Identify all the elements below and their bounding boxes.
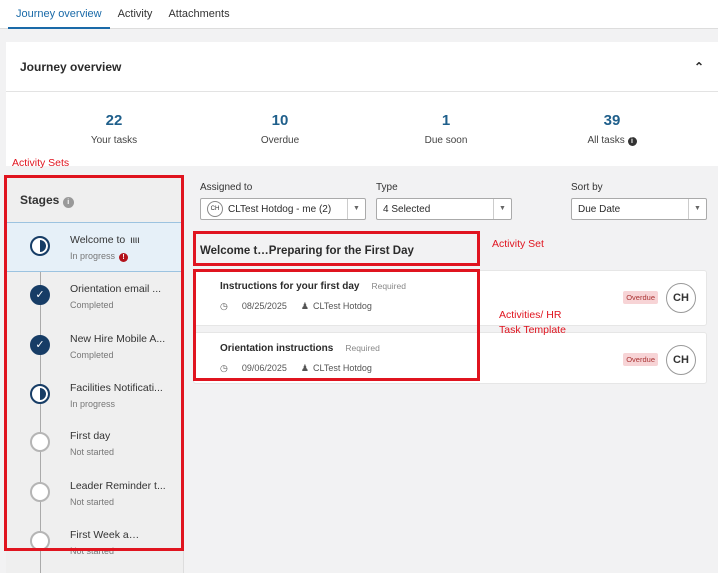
stat-value: 39 — [603, 112, 621, 129]
annotation-activities: Activities/ HR — [499, 309, 562, 321]
chevron-down-icon: ▼ — [688, 199, 706, 219]
assigned-to-label: Assigned to — [200, 182, 253, 193]
stat-value: 1 — [441, 112, 451, 129]
annotation-box-activity-set — [193, 231, 480, 266]
avatar: CH — [666, 345, 696, 375]
stat-label: Overdue — [260, 135, 300, 146]
journey-overview-card: Journey overview ⌃ 22 Your tasks 10 Overdu… — [6, 42, 718, 166]
sort-by-select[interactable]: Due Date ▼ — [571, 198, 707, 220]
chevron-up-icon[interactable]: ⌃ — [694, 60, 704, 74]
stat-label: Due soon — [424, 135, 468, 146]
annotation-task-template: Task Template — [499, 324, 566, 336]
assigned-to-value: CLTest Hotdog - me (2) — [228, 203, 332, 215]
info-icon[interactable]: i — [627, 137, 637, 146]
avatar: CH — [666, 283, 696, 313]
stat-label: Your tasks — [90, 135, 138, 146]
assigned-to-select[interactable]: CH CLTest Hotdog - me (2) ▼ — [200, 198, 366, 220]
tab-journey-overview[interactable]: Journey overview — [8, 0, 110, 29]
card-title: Journey overview — [20, 59, 122, 74]
stat-value: 10 — [271, 112, 289, 129]
annotation-box-activities — [193, 269, 480, 381]
annotation-activity-sets: Activity Sets — [12, 157, 70, 169]
stat-overdue[interactable]: 10 Overdue — [220, 112, 340, 146]
tab-activity[interactable]: Activity — [110, 0, 161, 29]
tab-attachments[interactable]: Attachments — [160, 0, 237, 29]
sort-by-value: Due Date — [578, 203, 621, 215]
annotation-box-stages — [4, 175, 184, 551]
type-value: 4 Selected — [383, 203, 431, 215]
chevron-down-icon: ▼ — [347, 199, 365, 219]
overdue-badge: Overdue — [623, 353, 658, 366]
stat-due-soon[interactable]: 1 Due soon — [386, 112, 506, 146]
type-label: Type — [376, 182, 398, 193]
stat-label: All tasks i — [552, 135, 672, 146]
type-select[interactable]: 4 Selected ▼ — [376, 198, 512, 220]
tab-bar: Journey overview Activity Attachments — [0, 0, 718, 29]
overdue-badge: Overdue — [623, 291, 658, 304]
stat-your-tasks[interactable]: 22 Your tasks — [54, 112, 174, 146]
stat-all-tasks[interactable]: 39 All tasks i — [552, 112, 672, 146]
annotation-activity-set: Activity Set — [492, 238, 544, 250]
avatar: CH — [207, 201, 223, 217]
stat-value: 22 — [105, 112, 123, 129]
chevron-down-icon: ▼ — [493, 199, 511, 219]
stat-label-text: All tasks — [587, 135, 625, 146]
sort-by-label: Sort by — [571, 182, 603, 193]
card-header[interactable]: Journey overview ⌃ — [6, 42, 718, 92]
stats-row: 22 Your tasks 10 Overdue 1 Due soon 39 All t… — [6, 92, 718, 165]
